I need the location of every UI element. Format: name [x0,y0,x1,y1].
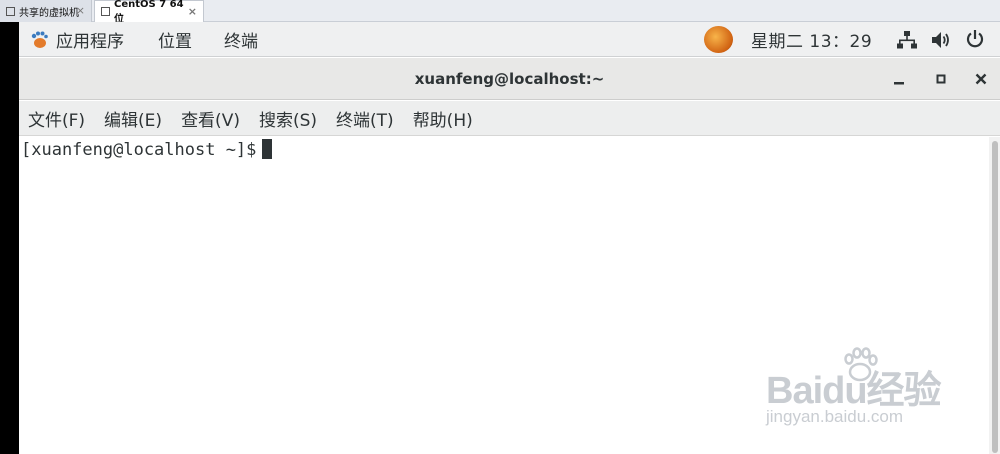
vm-icon [101,7,110,16]
terminal-scrollbar[interactable] [989,137,1000,454]
speaker-icon[interactable] [931,31,951,49]
gnome-top-bar: 应用程序 位置 终端 星期二 13：29 [19,22,1000,57]
window-title: xuanfeng@localhost:~ [414,70,605,88]
watermark-brand: Baidu经验 [766,370,942,412]
vm-tab-centos[interactable]: CentOS 7 64 位 × [94,0,204,25]
applications-menu[interactable]: 应用程序 [56,22,124,57]
close-icon[interactable]: × [76,4,85,17]
shell-prompt-line: [xuanfeng@localhost ~]$ [21,139,273,160]
menu-help[interactable]: 帮助(H) [413,106,473,131]
clock-widget-icon[interactable] [704,26,733,53]
text-cursor [262,139,273,159]
menu-file[interactable]: 文件(F) [28,106,85,131]
terminal-app-menu[interactable]: 终端 [224,22,258,57]
watermark-url: jingyan.baidu.com [766,407,904,426]
menu-search[interactable]: 搜索(S) [259,106,317,131]
vm-tab-label: 共享的虚拟机 [19,7,79,19]
baidu-watermark: Baidu经验 jingyan.baidu.com [760,345,960,435]
gnome-foot-icon [31,31,48,48]
window-title-bar[interactable]: xuanfeng@localhost:~ [19,58,1000,100]
menu-terminal[interactable]: 终端(T) [336,106,394,131]
vm-icon [6,6,15,16]
vm-frame-edge [0,22,19,454]
shell-prompt: [xuanfeng@localhost ~]$ [21,140,257,160]
vm-tab-strip: 共享的虚拟机 × CentOS 7 64 位 × [0,0,1000,25]
menu-edit[interactable]: 编辑(E) [104,106,162,131]
vm-tab-label: CentOS 7 64 位 [114,0,184,25]
close-icon[interactable]: × [188,5,197,18]
scrollbar-thumb[interactable] [992,141,998,453]
terminal-menubar: 文件(F) 编辑(E) 查看(V) 搜索(S) 终端(T) 帮助(H) [19,101,1000,136]
maximize-icon[interactable] [931,69,951,89]
network-wired-icon[interactable] [897,30,917,50]
vm-tab-shared[interactable]: 共享的虚拟机 × [0,0,92,22]
close-icon[interactable] [971,69,991,89]
menu-view[interactable]: 查看(V) [181,106,240,131]
power-icon[interactable] [965,29,985,49]
clock[interactable]: 星期二 13：29 [751,22,872,57]
minimize-icon[interactable] [889,69,909,89]
places-menu[interactable]: 位置 [158,22,192,57]
